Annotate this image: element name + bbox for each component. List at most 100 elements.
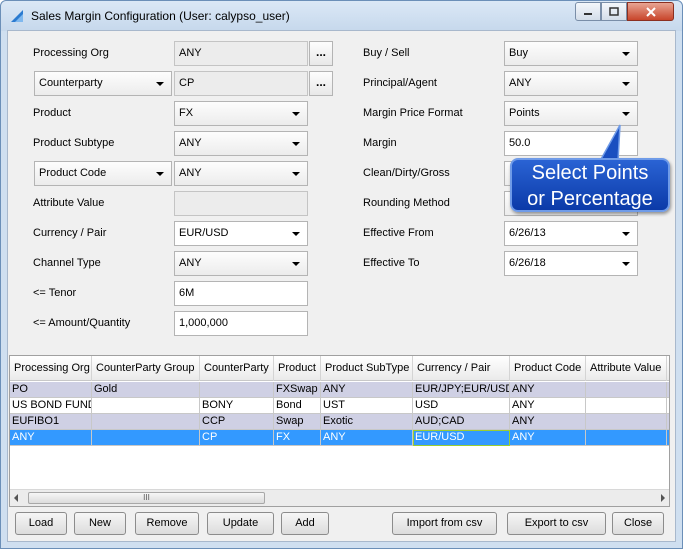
processing-org-chooser-button[interactable]: ...: [309, 41, 333, 66]
channel-type-label: Channel Type: [33, 257, 101, 269]
column-header-c[interactable]: C: [667, 356, 669, 381]
currency-pair-value: EUR/USD: [179, 227, 229, 239]
channel-type-dropdown[interactable]: ANY: [174, 251, 308, 276]
table-cell: FX: [274, 430, 321, 446]
new-button[interactable]: New: [74, 512, 126, 535]
table-cell: A: [667, 414, 669, 430]
table-cell-focused[interactable]: EUR/USD: [413, 430, 510, 446]
product-subtype-label: Product Subtype: [33, 137, 115, 149]
table-cell: EUR/JPY;EUR/USD: [413, 382, 510, 398]
table-cell: US BOND FUND: [10, 398, 92, 414]
column-header-processing-org[interactable]: Processing Org: [10, 356, 92, 381]
horizontal-scrollbar[interactable]: III: [10, 489, 669, 506]
close-icon: [645, 6, 656, 17]
effective-to-value: 6/26/18: [509, 257, 546, 269]
effective-to-date-picker[interactable]: 6/26/18: [504, 251, 638, 276]
currency-pair-dropdown[interactable]: EUR/USD: [174, 221, 308, 246]
table-cell: EUFIBO1: [10, 414, 92, 430]
update-button[interactable]: Update: [207, 512, 274, 535]
chevron-down-icon: [292, 112, 300, 116]
column-header-counterparty[interactable]: CounterParty: [200, 356, 274, 381]
table-cell: [92, 430, 200, 446]
product-code-type-dropdown[interactable]: Product Code: [34, 161, 172, 186]
effective-from-label: Effective From: [363, 227, 434, 239]
table-cell: [586, 398, 667, 414]
margin-price-format-label: Margin Price Format: [363, 107, 463, 119]
table-cell: ANY: [321, 382, 413, 398]
column-header-product[interactable]: Product: [274, 356, 321, 381]
buy-sell-label: Buy / Sell: [363, 47, 410, 59]
effective-from-date-picker[interactable]: 6/26/13: [504, 221, 638, 246]
table-cell: ANY: [510, 414, 586, 430]
table-cell: FXSwap: [274, 382, 321, 398]
callout-pointer-icon: [598, 124, 621, 162]
product-value: FX: [179, 107, 194, 119]
export-csv-button[interactable]: Export to csv: [507, 512, 606, 535]
product-code-dropdown[interactable]: ANY: [174, 161, 308, 186]
rounding-method-label: Rounding Method: [363, 197, 450, 209]
table-row[interactable]: US BOND FUND BONY Bond UST USD ANY A: [10, 398, 669, 414]
currency-pair-label: Currency / Pair: [33, 227, 107, 239]
scroll-right-icon[interactable]: [661, 494, 665, 502]
column-header-counterparty-group[interactable]: CounterParty Group: [92, 356, 200, 381]
minimize-button[interactable]: [575, 2, 601, 21]
counterparty-type-dropdown[interactable]: Counterparty: [34, 71, 172, 96]
title-bar[interactable]: Sales Margin Configuration (User: calyps…: [1, 1, 682, 31]
column-header-attribute-value[interactable]: Attribute Value: [586, 356, 667, 381]
chevron-down-icon: [292, 142, 300, 146]
table-cell: Gold: [92, 382, 200, 398]
column-header-currency-pair[interactable]: Currency / Pair: [413, 356, 510, 381]
principal-agent-label: Principal/Agent: [363, 77, 437, 89]
table-cell: BONY: [200, 398, 274, 414]
processing-org-label: Processing Org: [33, 47, 109, 59]
amount-quantity-field[interactable]: 1,000,000: [174, 311, 308, 336]
counterparty-chooser-button[interactable]: ...: [309, 71, 333, 96]
attribute-value-field[interactable]: [174, 191, 308, 216]
add-button[interactable]: Add: [281, 512, 329, 535]
table-cell: ANY: [510, 382, 586, 398]
table-cell: Swap: [274, 414, 321, 430]
minimize-icon: [584, 12, 592, 15]
product-code-value: ANY: [179, 167, 202, 179]
close-button[interactable]: Close: [612, 512, 664, 535]
maximize-icon: [609, 6, 619, 16]
table-cell: [586, 414, 667, 430]
maximize-button[interactable]: [601, 2, 627, 21]
chevron-down-icon: [292, 262, 300, 266]
load-button[interactable]: Load: [15, 512, 67, 535]
tenor-field[interactable]: 6M: [174, 281, 308, 306]
chevron-down-icon: [622, 52, 630, 56]
close-window-button[interactable]: [627, 2, 674, 21]
column-header-product-subtype[interactable]: Product SubType: [321, 356, 413, 381]
buy-sell-dropdown[interactable]: Buy: [504, 41, 638, 66]
processing-org-field[interactable]: ANY: [174, 41, 308, 66]
product-dropdown[interactable]: FX: [174, 101, 308, 126]
callout-line-2: or Percentage: [527, 188, 653, 210]
product-subtype-dropdown[interactable]: ANY: [174, 131, 308, 156]
margin-rules-table[interactable]: Processing Org CounterParty Group Counte…: [9, 355, 670, 507]
scroll-left-icon[interactable]: [14, 494, 18, 502]
product-code-type-value: Product Code: [39, 167, 107, 179]
principal-agent-dropdown[interactable]: ANY: [504, 71, 638, 96]
remove-button[interactable]: Remove: [135, 512, 199, 535]
table-cell: CP: [200, 430, 274, 446]
callout-line-1: Select Points: [531, 162, 649, 184]
table-row[interactable]: PO Gold FXSwap ANY EUR/JPY;EUR/USD ANY A: [10, 382, 669, 398]
tenor-label: <= Tenor: [33, 287, 77, 299]
effective-from-value: 6/26/13: [509, 227, 546, 239]
chevron-down-icon: [622, 262, 630, 266]
chevron-down-icon: [156, 172, 164, 176]
table-cell: [92, 398, 200, 414]
table-cell: A: [667, 382, 669, 398]
counterparty-field[interactable]: CP: [174, 71, 308, 96]
table-row[interactable]: EUFIBO1 CCP Swap Exotic AUD;CAD ANY A: [10, 414, 669, 430]
window-title: Sales Margin Configuration (User: calyps…: [31, 9, 290, 23]
table-row-selected[interactable]: ANY CP FX ANY EUR/USD ANY A: [10, 430, 669, 446]
import-csv-button[interactable]: Import from csv: [392, 512, 497, 535]
scrollbar-thumb[interactable]: III: [28, 492, 265, 504]
chevron-down-icon: [292, 232, 300, 236]
tooltip-callout: Select Points or Percentage: [510, 158, 670, 212]
table-header: Processing Org CounterParty Group Counte…: [10, 356, 669, 381]
column-header-product-code[interactable]: Product Code: [510, 356, 586, 381]
table-cell: A: [667, 430, 669, 446]
